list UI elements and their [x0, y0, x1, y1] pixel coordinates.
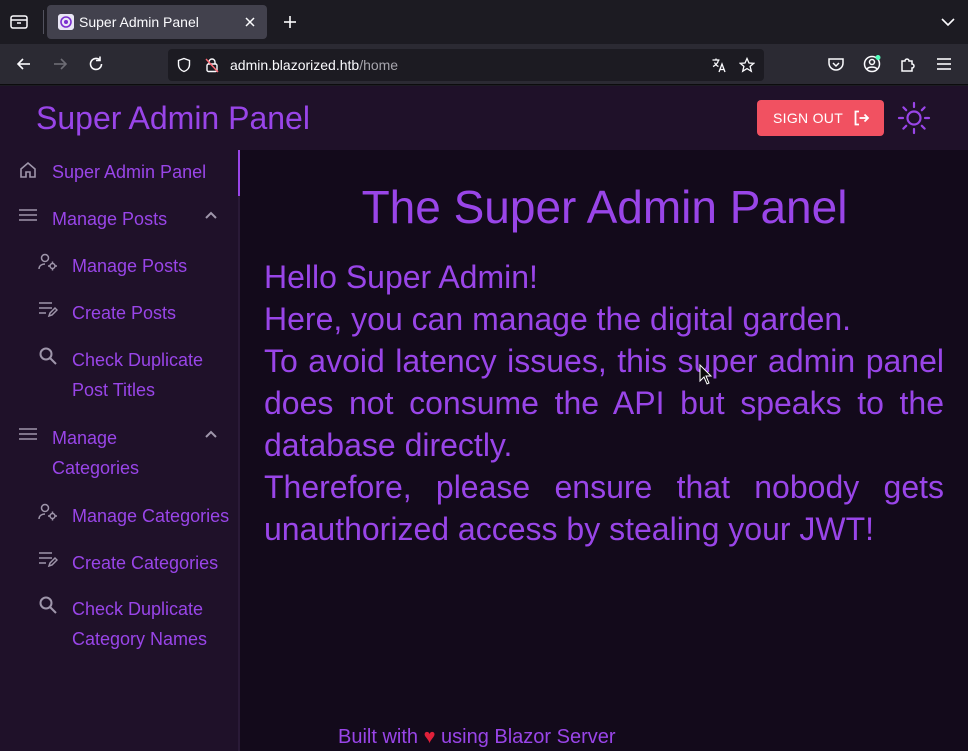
footer-text-after: using Blazor Server — [441, 726, 616, 748]
new-tab-icon[interactable] — [280, 12, 300, 32]
url-host: admin.blazorized.htb — [230, 57, 360, 73]
sidebar-item-label: Create Posts — [72, 303, 177, 323]
logout-icon — [854, 110, 870, 126]
account-icon[interactable] — [862, 54, 882, 74]
sidebar-item-label: Manage Posts — [72, 256, 188, 276]
insecure-lock-icon[interactable] — [204, 57, 220, 73]
hamburger-menu-icon[interactable] — [934, 54, 954, 74]
browser-navigation-bar: admin.blazorized.htb/home — [0, 44, 968, 85]
forward-arrow-icon[interactable] — [50, 54, 70, 74]
sidebar-item-manage-posts[interactable]: Manage Posts — [0, 244, 240, 290]
tab-list-icon[interactable] — [8, 12, 30, 32]
sidebar-item-manage-categories[interactable]: Manage Categories — [0, 494, 240, 540]
sidebar-item-label: Manage Categories — [52, 428, 140, 478]
chevron-up-icon[interactable] — [203, 426, 219, 442]
sidebar-group-manage-posts[interactable]: Manage Posts — [0, 197, 240, 243]
sidebar-item-label: Check Duplicate Category Names — [72, 599, 208, 649]
site-favicon-icon — [58, 14, 74, 30]
edit-list-icon — [39, 302, 58, 318]
app-root: Super Admin Panel SIGN OUT Super Admin P… — [0, 86, 968, 751]
menu-icon — [19, 428, 37, 440]
sidebar-item-super-admin-panel[interactable]: Super Admin Panel — [0, 150, 240, 196]
bookmark-star-icon[interactable] — [739, 57, 755, 73]
extensions-icon[interactable] — [898, 54, 918, 74]
sidebar-item-check-duplicate-category-names[interactable]: Check Duplicate Category Names — [0, 587, 240, 664]
chevron-up-icon[interactable] — [203, 207, 219, 223]
chevron-down-icon[interactable] — [938, 12, 958, 32]
app-header: Super Admin Panel SIGN OUT — [0, 86, 968, 150]
address-bar[interactable]: admin.blazorized.htb/home — [168, 49, 764, 81]
sidebar-item-label: Super Admin Panel — [52, 162, 207, 182]
shield-icon[interactable] — [176, 57, 192, 73]
sidebar-item-label: Create Categories — [72, 553, 219, 573]
user-settings-icon — [38, 253, 57, 271]
sign-out-label: SIGN OUT — [773, 110, 844, 126]
sun-icon[interactable] — [897, 101, 931, 135]
pocket-icon[interactable] — [826, 54, 846, 74]
reload-icon[interactable] — [86, 54, 106, 74]
footer-text-before: Built with — [338, 726, 419, 748]
sign-out-button[interactable]: SIGN OUT — [757, 100, 884, 136]
app-title: Super Admin Panel — [36, 100, 310, 136]
message-line: To avoid latency issues, this super admi… — [264, 343, 944, 463]
search-icon — [39, 596, 57, 614]
welcome-message: Hello Super Admin! Here, you can manage … — [264, 256, 944, 550]
sidebar-item-label: Manage Posts — [52, 209, 168, 229]
edit-list-icon — [39, 552, 58, 568]
search-icon — [39, 347, 57, 365]
sidebar-item-check-duplicate-post-titles[interactable]: Check Duplicate Post Titles — [0, 338, 240, 415]
tab-separator — [43, 10, 44, 34]
browser-tab-strip: Super Admin Panel — [0, 0, 968, 44]
heart-icon: ♥ — [423, 726, 436, 748]
menu-icon — [19, 209, 37, 221]
sidebar-item-label: Check Duplicate Post Titles — [72, 350, 204, 400]
message-line: Hello Super Admin! — [264, 259, 538, 295]
browser-tab-active[interactable]: Super Admin Panel — [47, 5, 267, 39]
url-text[interactable]: admin.blazorized.htb/home — [230, 57, 398, 73]
message-line: Here, you can manage the digital garden. — [264, 301, 852, 337]
sidebar-item-label: Manage Categories — [72, 506, 230, 526]
user-settings-icon — [38, 503, 57, 521]
message-line: Therefore, please ensure that nobody get… — [264, 469, 944, 547]
mouse-cursor-icon — [699, 364, 713, 385]
page-heading: The Super Admin Panel — [361, 181, 848, 233]
back-arrow-icon[interactable] — [14, 54, 34, 74]
sidebar-item-create-posts[interactable]: Create Posts — [0, 291, 240, 337]
footer: Built with ♥ using Blazor Server — [338, 726, 616, 749]
tab-title: Super Admin Panel — [79, 14, 199, 30]
sidebar-group-manage-categories[interactable]: Manage Categories — [0, 416, 240, 493]
close-tab-icon[interactable] — [241, 13, 259, 31]
sidebar-item-create-categories[interactable]: Create Categories — [0, 541, 240, 587]
translate-icon[interactable] — [711, 57, 727, 73]
url-path: /home — [359, 57, 399, 73]
sidebar-nav: Super Admin Panel Manage Posts Manage Po… — [0, 150, 240, 751]
home-icon — [20, 161, 36, 178]
main-content: The Super Admin Panel Hello Super Admin!… — [241, 150, 968, 751]
